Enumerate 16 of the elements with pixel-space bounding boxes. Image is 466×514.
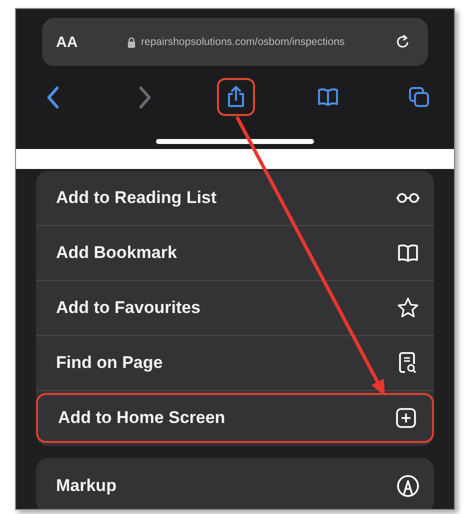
menu-item[interactable]: Markup bbox=[36, 458, 434, 509]
back-icon bbox=[47, 86, 59, 108]
highlighted-menu-item[interactable]: Add to Home Screen bbox=[36, 393, 434, 443]
pen-circle-icon bbox=[396, 474, 420, 498]
menu-item[interactable]: Add to Favourites bbox=[36, 281, 434, 336]
forward-icon bbox=[138, 86, 150, 108]
tabs-icon bbox=[407, 85, 431, 109]
highlighted-share-button[interactable] bbox=[217, 78, 255, 116]
menu-item[interactable]: Add Bookmark bbox=[36, 226, 434, 281]
lock-icon bbox=[126, 36, 136, 48]
address-bar[interactable]: AA repairshopsolutions.com/osbom/inspections bbox=[42, 18, 428, 66]
url-text: repairshopsolutions.com/osbom/inspections bbox=[140, 36, 345, 48]
star-icon bbox=[396, 296, 420, 320]
text-size-button[interactable]: AA bbox=[56, 34, 78, 50]
plus-square-icon bbox=[394, 406, 418, 430]
menu-item[interactable]: Add to Reading List bbox=[36, 171, 434, 226]
